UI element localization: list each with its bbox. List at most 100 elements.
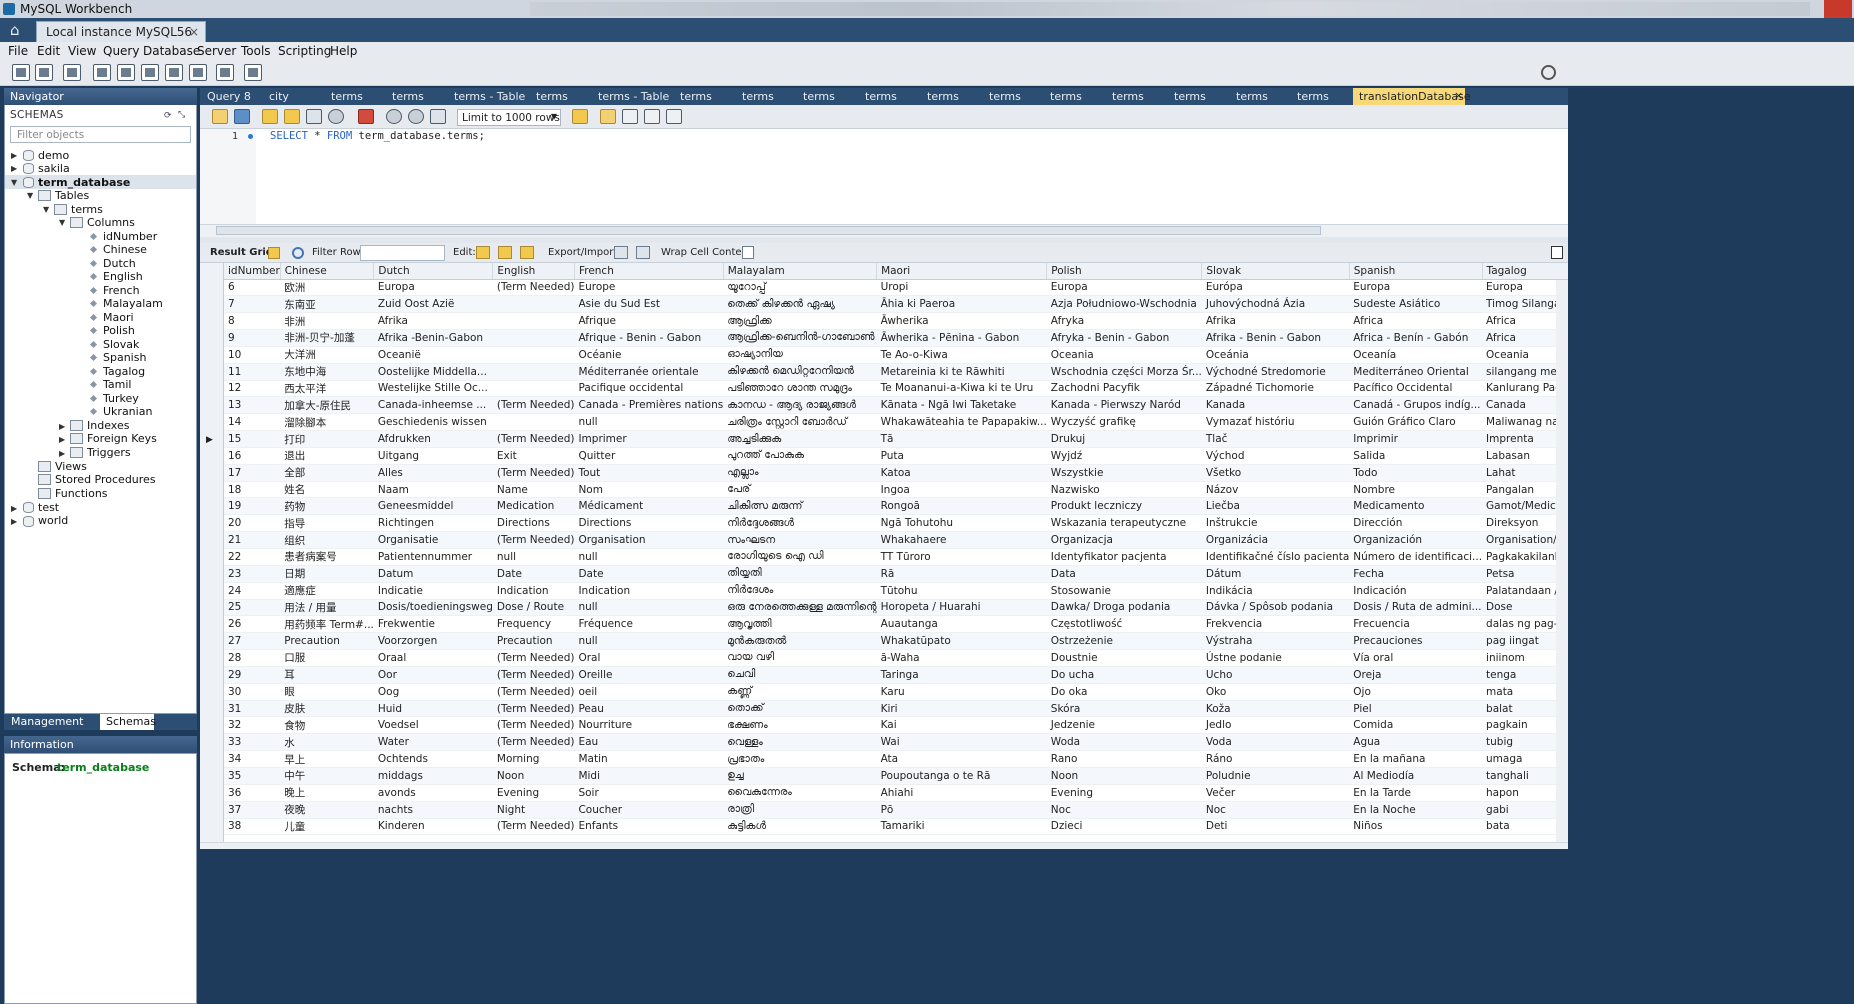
table-cell[interactable] <box>492 380 575 398</box>
table-cell[interactable]: 20 <box>224 514 281 533</box>
table-cell[interactable]: രാത്രി <box>723 801 877 819</box>
table-cell[interactable]: Všetko <box>1201 464 1350 482</box>
triggers-node[interactable]: Triggers <box>87 446 131 459</box>
table-cell[interactable]: Kiri <box>876 700 1047 718</box>
table-cell[interactable]: Canada-inheemse ... <box>373 396 493 415</box>
collapse-icon[interactable]: ▼ <box>11 178 17 187</box>
table-cell[interactable]: Częstotliwość <box>1046 615 1202 634</box>
table-cell[interactable]: Salida <box>1349 447 1483 465</box>
tab-terms[interactable]: terms <box>1236 90 1268 103</box>
table-cell[interactable]: 25 <box>224 599 281 617</box>
table-cell[interactable]: Richtingen <box>373 514 493 533</box>
table-cell[interactable]: 38 <box>224 818 281 836</box>
table-cell[interactable]: Fréquence <box>574 615 724 634</box>
row-selector-column[interactable] <box>200 263 224 849</box>
close-window-button[interactable] <box>1824 0 1852 18</box>
table-cell[interactable]: Tā <box>876 430 1047 448</box>
table-cell[interactable]: Identifikačné číslo pacienta <box>1201 548 1350 566</box>
table-cell[interactable]: Ráno <box>1201 750 1350 768</box>
table-row[interactable]: 6 欧洲 Europa (Term Needed) Europe യൂറോപ്പ് Urop… <box>224 279 1568 297</box>
table-cell[interactable]: Oraal <box>373 649 493 667</box>
table-cell[interactable]: Európa <box>1201 279 1350 297</box>
table-cell[interactable]: 7 <box>224 295 281 314</box>
table-cell[interactable]: Noon <box>492 767 575 785</box>
table-cell[interactable]: പുറത്ത് പോകുക <box>723 447 877 465</box>
export-icon[interactable] <box>614 246 628 259</box>
table-cell[interactable]: Wyczyść grafikę <box>1046 413 1202 432</box>
column-item[interactable]: French <box>103 284 140 297</box>
table-cell[interactable]: Dátum <box>1201 565 1350 583</box>
table-cell[interactable]: Oreille <box>574 666 724 684</box>
table-cell[interactable]: Indication <box>492 582 575 600</box>
table-row[interactable]: 37 夜晚 nachts Night Coucher രാത്രി Pō Noc Noc En l… <box>224 801 1568 819</box>
table-cell[interactable]: Ngā Tohutohu <box>876 514 1047 533</box>
table-cell[interactable]: Afrique <box>574 312 724 331</box>
table-cell[interactable]: Date <box>492 565 575 583</box>
column-item[interactable]: Tagalog <box>103 365 145 378</box>
table-cell[interactable]: 36 <box>224 784 281 802</box>
table-cell[interactable]: Indikácia <box>1201 582 1350 600</box>
table-cell[interactable]: Nom <box>574 481 724 499</box>
sql-statement[interactable]: SELECT * FROM term_database.terms; <box>270 130 485 142</box>
table-cell[interactable]: ā-Waha <box>876 649 1047 667</box>
table-cell[interactable]: ആഫ്രിക്ക-ബെനിൻ-ഗാബോൺ <box>723 329 877 347</box>
table-cell[interactable]: (Term Needed) <box>492 818 575 836</box>
functions-node[interactable]: Functions <box>55 487 108 500</box>
table-cell[interactable]: Pacifique occidental <box>574 380 724 398</box>
execute-icon[interactable] <box>262 109 278 124</box>
table-cell[interactable]: Tlač <box>1201 430 1350 448</box>
table-cell[interactable]: Uropi <box>876 279 1047 297</box>
table-cell[interactable]: Nourriture <box>574 716 724 735</box>
table-cell[interactable]: Deti <box>1201 818 1350 836</box>
create-table-icon[interactable] <box>117 64 135 81</box>
table-row[interactable]: 30 眼 Oog (Term Needed) oeil കണ്ണ് Karu Do oka Ok… <box>224 683 1568 701</box>
table-cell[interactable]: Patientennummer <box>373 548 493 566</box>
close-icon[interactable]: × <box>1454 89 1463 102</box>
table-row[interactable]: 33 水 Water (Term Needed) Eau വെള്ളം Wai Woda Vod… <box>224 733 1568 752</box>
find-icon[interactable] <box>622 109 638 124</box>
table-cell[interactable]: Indication <box>574 582 724 600</box>
table-cell[interactable]: Afryka - Benin - Gabon <box>1046 329 1202 347</box>
table-cell[interactable]: മുൻകരുതൽ <box>723 632 877 651</box>
table-cell[interactable]: Azja Południowo-Wschodnia <box>1046 295 1202 314</box>
table-cell[interactable]: 22 <box>224 548 281 566</box>
table-cell[interactable]: Kanada <box>1201 396 1350 415</box>
commit-icon[interactable] <box>386 109 402 124</box>
table-row[interactable]: 28 口服 Oraal (Term Needed) Oral വായ വഴി ā-Waha D… <box>224 649 1568 667</box>
table-cell[interactable]: Night <box>492 801 575 819</box>
table-cell[interactable] <box>492 295 575 314</box>
table-cell[interactable]: Kānata - Ngā Iwi Taketake <box>876 396 1047 415</box>
column-header[interactable]: Chinese <box>280 263 375 280</box>
column-item[interactable]: Dutch <box>103 257 136 270</box>
table-cell[interactable]: Organizacja <box>1046 531 1202 549</box>
table-cell[interactable]: Dirección <box>1349 514 1483 533</box>
wrap-lines-icon[interactable] <box>666 109 682 124</box>
column-header[interactable]: Spanish <box>1349 263 1483 280</box>
table-cell[interactable]: Oreja <box>1349 666 1483 684</box>
table-cell[interactable]: Wai <box>876 733 1047 752</box>
table-cell[interactable] <box>492 346 575 364</box>
table-cell[interactable]: Juhovýchodná Ázia <box>1201 295 1350 314</box>
table-cell[interactable]: Dawka/ Droga podania <box>1046 599 1202 617</box>
table-cell[interactable]: നിർദ്ദേശങ്ങൾ <box>723 514 877 533</box>
menu-scripting[interactable]: Scripting <box>278 44 331 58</box>
table-row[interactable]: 19 药物 Geneesmiddel Medication Médicament ചികി… <box>224 497 1568 516</box>
table-cell[interactable]: Horopeta / Huarahi <box>876 599 1047 617</box>
table-cell[interactable]: 姓名 <box>280 481 374 499</box>
table-cell[interactable]: 东南亚 <box>280 295 374 314</box>
table-cell[interactable]: Āwherika - Pēnina - Gabon <box>876 329 1047 347</box>
table-cell[interactable]: Tamariki <box>876 818 1047 836</box>
toggle-error-stop-icon[interactable] <box>358 109 374 124</box>
table-cell[interactable]: Pō <box>876 801 1047 819</box>
table-row[interactable]: 18 姓名 Naam Name Nom പേര് Ingoa Nazwisko Názov Nom… <box>224 481 1568 499</box>
table-cell[interactable]: Produkt leczniczy <box>1046 497 1202 516</box>
tab-translation-database[interactable]: translationDatabase × <box>1353 88 1471 105</box>
explain-icon[interactable] <box>306 109 322 124</box>
collapse-icon[interactable]: ▼ <box>43 205 49 214</box>
table-row[interactable]: 11 东地中海 Oostelijke Middella... Méditerranée… <box>224 363 1568 381</box>
result-grid[interactable]: idNumber Chinese Dutch English French Malayal… <box>200 263 1568 849</box>
column-header[interactable]: Dutch <box>373 263 494 280</box>
table-cell[interactable]: Dosis / Ruta de admini... <box>1349 599 1483 617</box>
table-cell[interactable]: 耳 <box>280 666 374 684</box>
table-cell[interactable]: Jedlo <box>1201 716 1350 735</box>
